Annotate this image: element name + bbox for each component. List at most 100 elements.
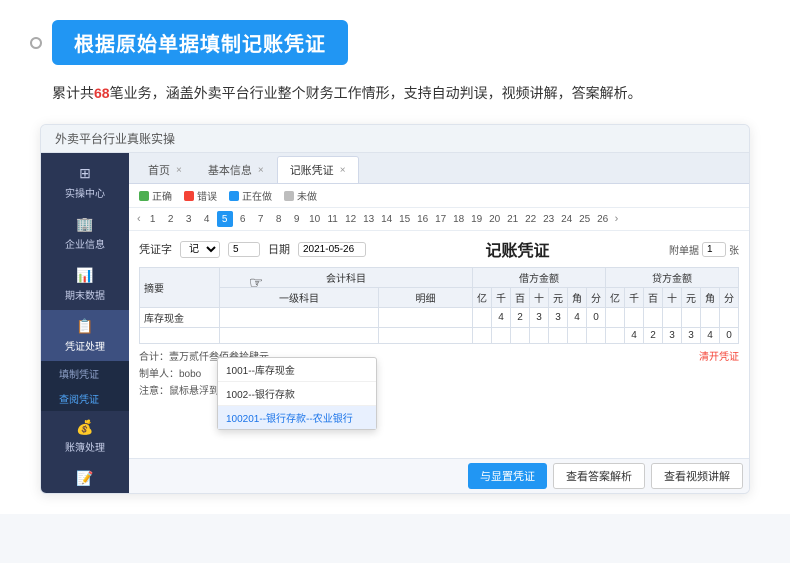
th-d-shi: 十 xyxy=(530,288,549,308)
sidebar-sub-menu: 填制凭证 查阅凭证 xyxy=(41,361,129,411)
row1-d2: 4 xyxy=(492,308,511,328)
voucher-num-input[interactable] xyxy=(228,242,260,257)
header-section: 根据原始单据填制记账凭证 xyxy=(30,20,760,65)
page-2[interactable]: 2 xyxy=(163,211,179,227)
page-21[interactable]: 21 xyxy=(505,211,521,227)
page-8[interactable]: 8 xyxy=(271,211,287,227)
clear-voucher-btn[interactable]: 清开凭证 xyxy=(699,348,739,363)
shicao-icon: ⊞ xyxy=(79,165,91,182)
page-22[interactable]: 22 xyxy=(523,211,539,227)
page-23[interactable]: 23 xyxy=(541,211,557,227)
sidebar-sub-view[interactable]: 查阅凭证 xyxy=(41,386,129,411)
page-17[interactable]: 17 xyxy=(433,211,449,227)
dropdown-item-1002[interactable]: 1002--银行存款 xyxy=(218,382,376,406)
tab-voucher-label: 记账凭证 xyxy=(290,162,334,178)
page-3[interactable]: 3 xyxy=(181,211,197,227)
bottom-buttons: 与显置凭证 查看答案解析 查看视频讲解 xyxy=(129,458,749,493)
page-10[interactable]: 10 xyxy=(307,211,323,227)
dropdown-overlay: 1001--库存现金 1002--银行存款 100201--银行存款--农业银行 xyxy=(217,357,377,430)
page-11[interactable]: 11 xyxy=(325,211,341,227)
page-14[interactable]: 14 xyxy=(379,211,395,227)
page-19[interactable]: 19 xyxy=(469,211,485,227)
th-c-yi: 亿 xyxy=(606,288,625,308)
sidebar-item-data[interactable]: 📊 期末数据 xyxy=(41,259,129,310)
page-20[interactable]: 20 xyxy=(487,211,503,227)
page-4[interactable]: 4 xyxy=(199,211,215,227)
window-title: 外卖平台行业真账实操 xyxy=(55,130,175,147)
legend-error-dot xyxy=(184,191,194,201)
th-d-qian: 千 xyxy=(492,288,511,308)
tab-basic-close[interactable]: × xyxy=(258,165,264,176)
page-9[interactable]: 9 xyxy=(289,211,305,227)
btn-display-voucher[interactable]: 与显置凭证 xyxy=(468,463,547,489)
voucher-table: 摘要 会计科目 借方金额 贷方金额 一级科目 明细 亿 千 百 xyxy=(139,267,739,344)
page-13[interactable]: 13 xyxy=(361,211,377,227)
sidebar-label-report: 报表处理 xyxy=(65,490,105,494)
subtitle-prefix: 累计共 xyxy=(52,85,94,101)
sidebar-label-account: 账簿处理 xyxy=(65,439,105,454)
row1-d7: 0 xyxy=(587,308,606,328)
page-5[interactable]: 5 xyxy=(217,211,233,227)
row2-d7 xyxy=(587,328,606,344)
page-15[interactable]: 15 xyxy=(397,211,413,227)
row2-c5: 3 xyxy=(682,328,701,344)
page-26[interactable]: 26 xyxy=(595,211,611,227)
row1-d6: 4 xyxy=(568,308,587,328)
page-25[interactable]: 25 xyxy=(577,211,593,227)
legend-todo-label: 未做 xyxy=(297,188,317,203)
voucher-area: ☞ 凭证字 记 日期 记账凭证 附单据 xyxy=(129,231,749,458)
date-input[interactable] xyxy=(298,242,366,257)
dropdown-item-1001[interactable]: 1001--库存现金 xyxy=(218,358,376,382)
sidebar-item-account[interactable]: 💰 账簿处理 xyxy=(41,411,129,462)
btn-view-video[interactable]: 查看视频讲解 xyxy=(651,463,743,489)
page-prev[interactable]: ‹ xyxy=(135,213,143,225)
row2-c3: 2 xyxy=(644,328,663,344)
tab-home[interactable]: 首页 × xyxy=(135,156,195,183)
th-d-jiao: 角 xyxy=(568,288,587,308)
dropdown-item-100201[interactable]: 100201--银行存款--农业银行 xyxy=(218,406,376,429)
sidebar-item-report[interactable]: 📝 报表处理 xyxy=(41,462,129,494)
sidebar: ⊞ 实操中心 🏢 企业信息 📊 期末数据 📋 凭证处理 填制凭证 查阅 xyxy=(41,153,129,493)
tab-voucher-close[interactable]: × xyxy=(340,165,346,176)
page-6[interactable]: 6 xyxy=(235,211,251,227)
sidebar-sub-fill[interactable]: 填制凭证 xyxy=(41,361,129,386)
sidebar-item-enterprise[interactable]: 🏢 企业信息 xyxy=(41,208,129,259)
row2-detail xyxy=(378,328,472,344)
th-c-shi: 十 xyxy=(663,288,682,308)
btn-view-answer[interactable]: 查看答案解析 xyxy=(553,463,645,489)
voucher-type-select[interactable]: 记 xyxy=(180,241,220,258)
page-16[interactable]: 16 xyxy=(415,211,431,227)
row1-account xyxy=(220,308,379,328)
row2-account xyxy=(220,328,379,344)
row2-c1 xyxy=(606,328,625,344)
th-c-qian: 千 xyxy=(625,288,644,308)
sidebar-item-shicaocenter[interactable]: ⊞ 实操中心 xyxy=(41,157,129,208)
tab-basic-label: 基本信息 xyxy=(208,162,252,178)
th-credit: 贷方金额 xyxy=(606,268,739,288)
page-next[interactable]: › xyxy=(613,213,621,225)
page-7[interactable]: 7 xyxy=(253,211,269,227)
tab-home-close[interactable]: × xyxy=(176,165,182,176)
row1-c3 xyxy=(644,308,663,328)
legend-todo-dot xyxy=(284,191,294,201)
attach-num-input[interactable] xyxy=(702,242,726,257)
page-24[interactable]: 24 xyxy=(559,211,575,227)
row2-d1 xyxy=(473,328,492,344)
page-1[interactable]: 1 xyxy=(145,211,161,227)
window-titlebar: 外卖平台行业真账实操 xyxy=(41,125,749,153)
tab-basic[interactable]: 基本信息 × xyxy=(195,156,277,183)
subtitle: 累计共68笔业务，涵盖外卖平台行业整个财务工作情形，支持自动判误，视频讲解，答案… xyxy=(30,81,760,106)
page-18[interactable]: 18 xyxy=(451,211,467,227)
row2-d2 xyxy=(492,328,511,344)
row1-d5: 3 xyxy=(549,308,568,328)
th-d-bai: 百 xyxy=(511,288,530,308)
row2-d3 xyxy=(511,328,530,344)
tab-home-label: 首页 xyxy=(148,162,170,178)
voucher-top-row: 凭证字 记 日期 记账凭证 附单据 张 xyxy=(139,237,739,261)
pagination-row: ‹ 1 2 3 4 5 6 7 8 9 10 11 12 13 14 15 16 xyxy=(129,208,749,231)
th-debit: 借方金额 xyxy=(473,268,606,288)
sidebar-item-voucher[interactable]: 📋 凭证处理 xyxy=(41,310,129,361)
page-12[interactable]: 12 xyxy=(343,211,359,227)
tab-voucher[interactable]: 记账凭证 × xyxy=(277,156,359,183)
row2-c2: 4 xyxy=(625,328,644,344)
